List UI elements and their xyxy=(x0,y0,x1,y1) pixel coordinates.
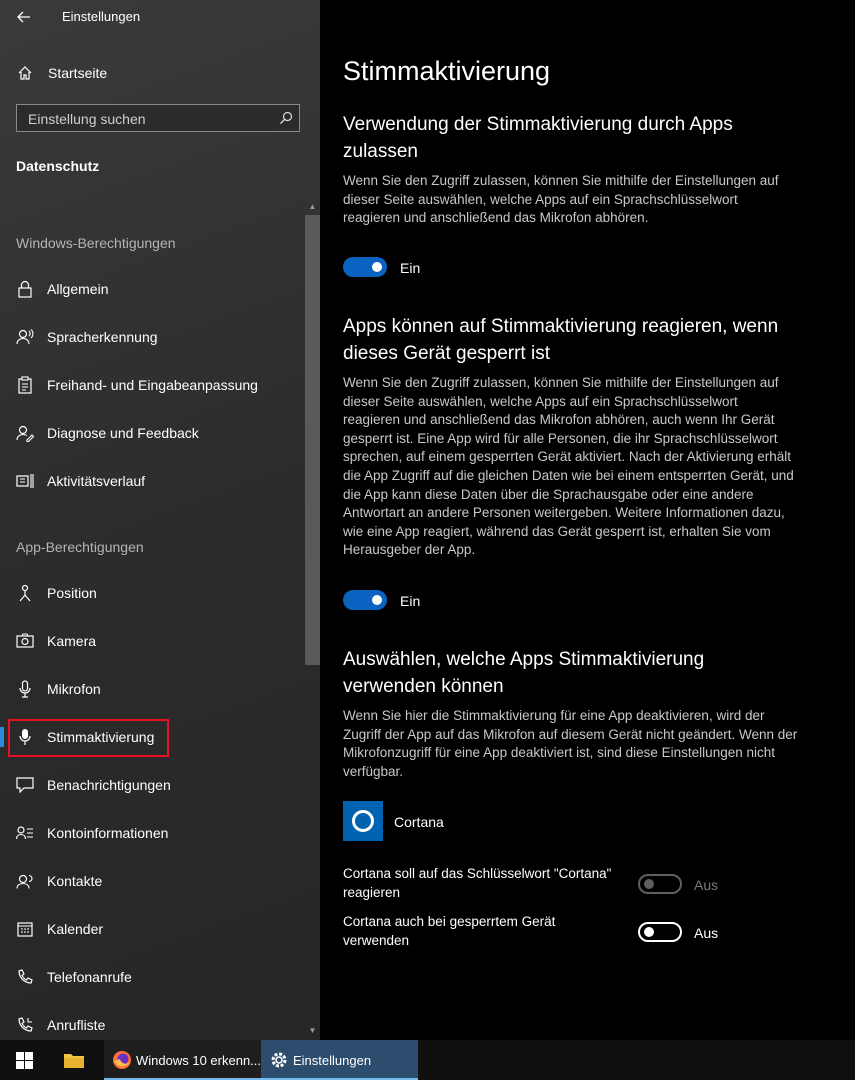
sidebar-item-telefonanrufe[interactable]: Telefonanrufe xyxy=(0,957,305,997)
back-button[interactable] xyxy=(10,4,38,30)
sidebar-item-kalender[interactable]: Kalender xyxy=(0,909,305,949)
calendar-icon xyxy=(16,920,34,938)
main-content: Stimmaktivierung Verwendung der Stimmakt… xyxy=(320,0,855,1040)
account-info-icon xyxy=(16,824,34,842)
search-input[interactable]: Einstellung suchen xyxy=(16,104,300,132)
option-label-keyword: Cortana soll auf das Schlüsselwort "Cort… xyxy=(343,866,612,900)
sidebar-item-label: Anrufliste xyxy=(47,1017,106,1033)
sidebar-item-spracherkennung[interactable]: Spracherkennung xyxy=(0,317,305,357)
file-explorer-button[interactable] xyxy=(50,1040,98,1080)
title-bar: Einstellungen xyxy=(0,0,320,34)
option-label-locked: Cortana auch bei gesperrtem Gerät verwen… xyxy=(343,914,556,948)
section-title-locked-device: Apps können auf Stimmaktivierung reagier… xyxy=(343,316,779,364)
group-heading-windows: Windows-Berechtigungen xyxy=(16,235,176,251)
sidebar-item-diagnose[interactable]: Diagnose und Feedback xyxy=(0,413,305,453)
toggle-knob xyxy=(372,262,382,272)
toggle-locked-device[interactable] xyxy=(343,590,387,610)
timeline-icon xyxy=(16,472,34,490)
scroll-up-button[interactable]: ▲ xyxy=(305,200,320,214)
clipboard-icon xyxy=(16,376,34,394)
folder-icon xyxy=(64,1054,84,1068)
sidebar-item-mikrofon[interactable]: Mikrofon xyxy=(0,669,305,709)
section-description: Wenn Sie den Zugriff zulassen, können Si… xyxy=(343,375,794,558)
call-history-icon xyxy=(16,1016,34,1034)
window-title: Einstellungen xyxy=(62,9,141,24)
sidebar-item-label: Telefonanrufe xyxy=(47,969,132,985)
toggle-cortana-keyword xyxy=(638,874,682,894)
microphone-icon xyxy=(16,680,34,698)
group-heading-apps: App-Berechtigungen xyxy=(16,539,144,555)
sidebar-item-freihand[interactable]: Freihand- und Eingabeanpassung xyxy=(0,365,305,405)
highlight-box xyxy=(8,719,169,757)
home-icon xyxy=(16,64,34,82)
toggle-state-label: Aus xyxy=(694,877,719,893)
feedback-icon xyxy=(16,424,34,442)
section-title-allow-voice-activation: Verwendung der Stimmaktivierung durch Ap… xyxy=(343,114,733,162)
sidebar-item-label: Allgemein xyxy=(47,281,109,297)
taskbar: Windows 10 erkenn... Einstellungen xyxy=(0,1040,855,1080)
start-button[interactable] xyxy=(0,1040,48,1080)
search-placeholder: Einstellung suchen xyxy=(28,111,146,127)
sidebar-item-label: Diagnose und Feedback xyxy=(47,425,199,441)
taskbar-item-label: Windows 10 erkenn... xyxy=(136,1052,262,1068)
sidebar-item-label: Aktivitätsverlauf xyxy=(47,473,146,489)
camera-icon xyxy=(16,632,34,650)
sidebar-item-position[interactable]: Position xyxy=(0,573,305,613)
gear-icon xyxy=(271,1052,287,1068)
sidebar-item-label: Mikrofon xyxy=(47,681,101,697)
sidebar-item-allgemein[interactable]: Allgemein xyxy=(0,269,305,309)
toggle-state-label: Ein xyxy=(400,260,421,276)
notification-icon xyxy=(16,776,34,794)
taskbar-item-settings[interactable]: Einstellungen xyxy=(261,1040,418,1080)
sidebar-item-label: Kontoinformationen xyxy=(47,825,169,841)
sidebar-item-label: Kalender xyxy=(47,921,104,937)
phone-icon xyxy=(16,968,34,986)
selection-indicator xyxy=(0,727,4,747)
location-icon xyxy=(16,584,34,602)
section-description: Wenn Sie hier die Stimmaktivierung für e… xyxy=(343,708,798,779)
sidebar-item-label: Spracherkennung xyxy=(47,329,158,345)
sidebar-item-anrufliste[interactable]: Anrufliste xyxy=(0,1005,305,1040)
sidebar-item-label: Kamera xyxy=(47,633,97,649)
sidebar-item-label: Freihand- und Eingabeanpassung xyxy=(47,377,258,393)
toggle-state-label: Ein xyxy=(400,593,421,609)
sidebar-item-kontoinformationen[interactable]: Kontoinformationen xyxy=(0,813,305,853)
cortana-icon xyxy=(343,801,383,841)
taskbar-item-label: Einstellungen xyxy=(293,1052,372,1068)
sidebar-item-label: Position xyxy=(47,585,97,601)
toggle-knob xyxy=(372,595,382,605)
section-description: Wenn Sie den Zugriff zulassen, können Si… xyxy=(343,173,779,226)
cortana-ring xyxy=(352,810,374,832)
search-icon[interactable] xyxy=(277,109,295,127)
sidebar-item-benachrichtigungen[interactable]: Benachrichtigungen xyxy=(0,765,305,805)
contacts-icon xyxy=(16,872,34,890)
lock-icon xyxy=(16,280,34,298)
taskbar-item-firefox[interactable]: Windows 10 erkenn... xyxy=(104,1040,261,1080)
toggle-allow-voice-activation[interactable] xyxy=(343,257,387,277)
page-title: Stimmaktivierung xyxy=(343,56,551,86)
toggle-state-label: Aus xyxy=(694,925,719,941)
windows-logo-icon xyxy=(15,1051,33,1069)
section-title: Datenschutz xyxy=(16,158,100,174)
toggle-knob xyxy=(644,927,654,937)
sidebar-item-home[interactable]: Startseite xyxy=(0,56,305,90)
sidebar: Einstellungen Startseite Einstellung suc… xyxy=(0,0,320,1040)
toggle-cortana-locked[interactable] xyxy=(638,922,682,942)
section-title-choose-apps: Auswählen, welche Apps Stimmaktivierung … xyxy=(343,649,705,697)
sidebar-item-kamera[interactable]: Kamera xyxy=(0,621,305,661)
sidebar-item-kontakte[interactable]: Kontakte xyxy=(0,861,305,901)
sidebar-item-label: Kontakte xyxy=(47,873,103,889)
back-arrow-icon xyxy=(17,11,30,23)
speech-icon xyxy=(16,328,34,346)
scroll-down-button[interactable]: ▼ xyxy=(305,1024,320,1038)
app-name-cortana: Cortana xyxy=(394,814,444,830)
firefox-icon xyxy=(113,1051,131,1069)
scrollbar-thumb[interactable] xyxy=(305,215,320,665)
sidebar-item-label: Benachrichtigungen xyxy=(47,777,171,793)
sidebar-item-label: Startseite xyxy=(48,65,108,81)
sidebar-item-aktivitaetsverlauf[interactable]: Aktivitätsverlauf xyxy=(0,461,305,501)
toggle-knob xyxy=(644,879,654,889)
